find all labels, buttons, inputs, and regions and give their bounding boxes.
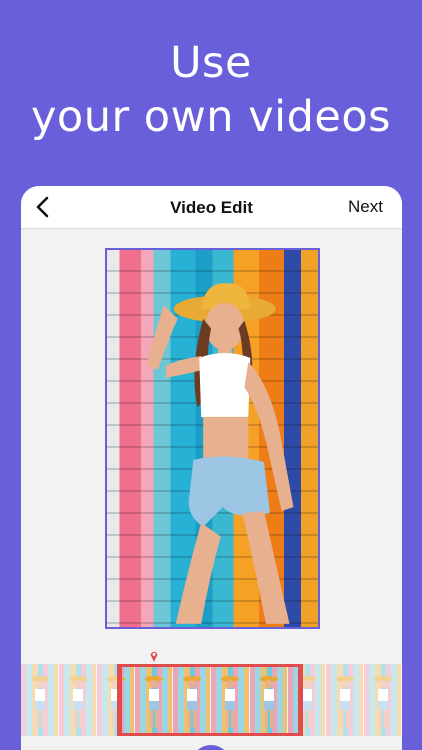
woman-figure bbox=[146, 283, 294, 624]
trim-selection-handle[interactable] bbox=[117, 664, 303, 736]
video-timeline[interactable] bbox=[21, 664, 402, 736]
hero-headline: Use your own videos bbox=[0, 36, 422, 144]
hero-line-1: Use bbox=[170, 38, 252, 88]
location-pin-icon[interactable] bbox=[149, 649, 159, 663]
next-button[interactable]: Next bbox=[348, 197, 383, 217]
timeline-unselected-right bbox=[303, 664, 402, 736]
phone-screen: Video Edit Next bbox=[21, 186, 402, 750]
hero-line-2: your own videos bbox=[30, 92, 392, 142]
page-title: Video Edit bbox=[170, 198, 253, 217]
video-preview[interactable] bbox=[105, 248, 320, 629]
nav-bar: Video Edit Next bbox=[21, 186, 402, 229]
timeline-unselected-left bbox=[21, 664, 117, 736]
